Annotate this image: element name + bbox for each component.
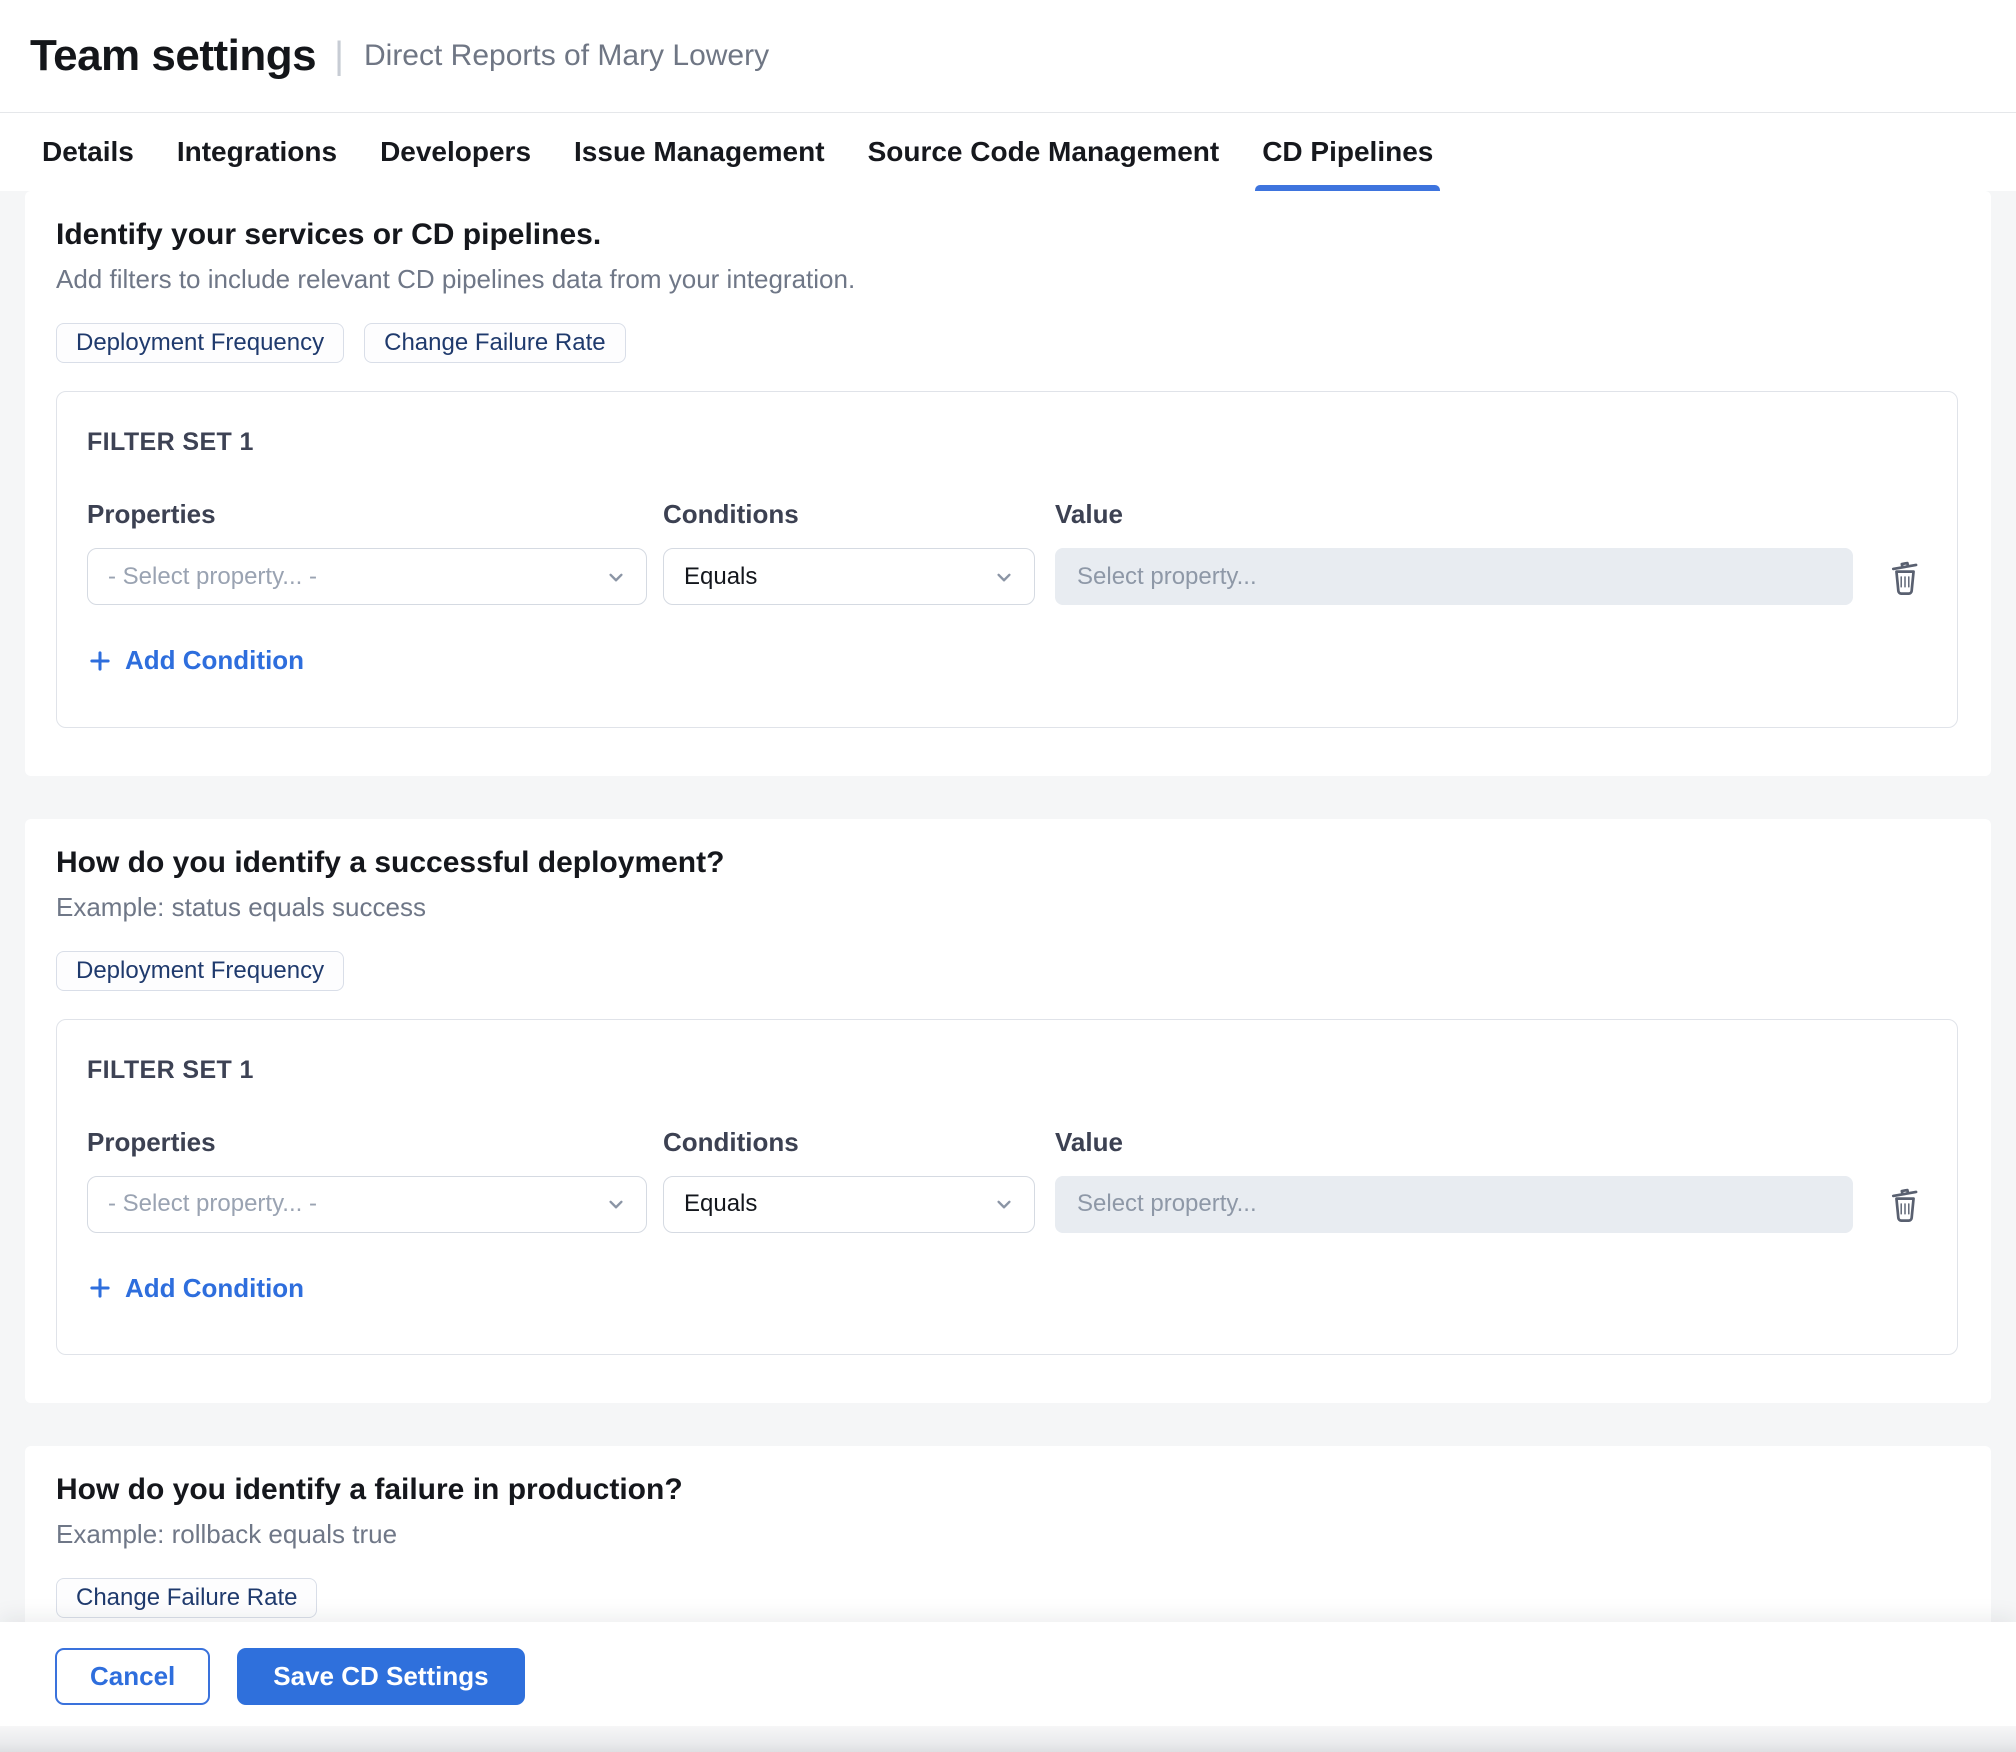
filter-set-title: FILTER SET 1: [87, 428, 1927, 457]
section-successful-deployment: How do you identify a successful deploym…: [25, 819, 1991, 1404]
badge-deployment-frequency: Deployment Frequency: [56, 323, 344, 363]
add-condition-button[interactable]: Add Condition: [87, 1273, 304, 1304]
title-separator: |: [334, 35, 344, 78]
tab-source-code-management[interactable]: Source Code Management: [868, 113, 1220, 191]
value-input[interactable]: [1055, 1176, 1853, 1233]
tab-cd-pipelines[interactable]: CD Pipelines: [1262, 113, 1433, 191]
trash-icon: [1886, 555, 1924, 599]
section-subtitle: Add filters to include relevant CD pipel…: [56, 264, 1958, 295]
plus-icon: [87, 1275, 113, 1301]
condition-select[interactable]: Equals: [663, 1176, 1035, 1233]
filter-set-card: FILTER SET 1 Properties Conditions Value…: [56, 1019, 1958, 1356]
section-title: How do you identify a successful deploym…: [56, 846, 1958, 880]
page-bottom-edge: [0, 1726, 2016, 1752]
metric-badges: Deployment Frequency Change Failure Rate: [56, 323, 1958, 363]
add-condition-button[interactable]: Add Condition: [87, 645, 304, 676]
metric-badges: Change Failure Rate: [56, 1578, 1958, 1618]
filter-condition-row: - Select property... - Equals: [87, 1176, 1927, 1233]
metric-badges: Deployment Frequency: [56, 951, 1958, 991]
plus-icon: [87, 648, 113, 674]
value-input[interactable]: [1055, 548, 1853, 605]
tab-issue-management[interactable]: Issue Management: [574, 113, 825, 191]
badge-change-failure-rate: Change Failure Rate: [56, 1578, 317, 1618]
filter-column-labels: Properties Conditions Value: [87, 1127, 1927, 1158]
active-tab-underline: [1255, 185, 1440, 191]
page-header: Team settings | Direct Reports of Mary L…: [0, 0, 2016, 113]
section-title: Identify your services or CD pipelines.: [56, 218, 1958, 252]
value-label: Value: [1055, 1127, 1927, 1158]
badge-deployment-frequency: Deployment Frequency: [56, 951, 344, 991]
footer-actions: Cancel Save CD Settings: [0, 1622, 2016, 1726]
tab-integrations[interactable]: Integrations: [177, 113, 337, 191]
delete-condition-button[interactable]: [1883, 551, 1927, 603]
team-settings-page: Team settings | Direct Reports of Mary L…: [0, 0, 2016, 1752]
value-label: Value: [1055, 499, 1927, 530]
cancel-button[interactable]: Cancel: [55, 1648, 210, 1705]
filter-set-title: FILTER SET 1: [87, 1056, 1927, 1085]
chevron-down-icon: [603, 564, 629, 590]
conditions-label: Conditions: [663, 1127, 1055, 1158]
page-title: Team settings: [30, 31, 316, 81]
chevron-down-icon: [991, 564, 1017, 590]
save-cd-settings-button[interactable]: Save CD Settings: [237, 1648, 524, 1705]
filter-set-card: FILTER SET 1 Properties Conditions Value…: [56, 391, 1958, 728]
properties-label: Properties: [87, 499, 663, 530]
section-subtitle: Example: status equals success: [56, 892, 1958, 923]
property-select[interactable]: - Select property... -: [87, 548, 647, 605]
properties-label: Properties: [87, 1127, 663, 1158]
settings-footer: Cancel Save CD Settings: [0, 1622, 2016, 1752]
section-subtitle: Example: rollback equals true: [56, 1519, 1958, 1550]
delete-condition-button[interactable]: [1883, 1178, 1927, 1230]
condition-select[interactable]: Equals: [663, 548, 1035, 605]
section-identify-services: Identify your services or CD pipelines. …: [25, 191, 1991, 776]
team-name-subtitle: Direct Reports of Mary Lowery: [364, 39, 769, 73]
tab-developers[interactable]: Developers: [380, 113, 531, 191]
property-select[interactable]: - Select property... -: [87, 1176, 647, 1233]
conditions-label: Conditions: [663, 499, 1055, 530]
filter-column-labels: Properties Conditions Value: [87, 499, 1927, 530]
cd-pipelines-panel: Identify your services or CD pipelines. …: [0, 191, 2016, 1752]
settings-tabbar: Details Integrations Developers Issue Ma…: [0, 113, 2016, 191]
chevron-down-icon: [991, 1191, 1017, 1217]
section-title: How do you identify a failure in product…: [56, 1473, 1958, 1507]
tab-details[interactable]: Details: [42, 113, 134, 191]
badge-change-failure-rate: Change Failure Rate: [364, 323, 625, 363]
chevron-down-icon: [603, 1191, 629, 1217]
trash-icon: [1886, 1182, 1924, 1226]
filter-condition-row: - Select property... - Equals: [87, 548, 1927, 605]
